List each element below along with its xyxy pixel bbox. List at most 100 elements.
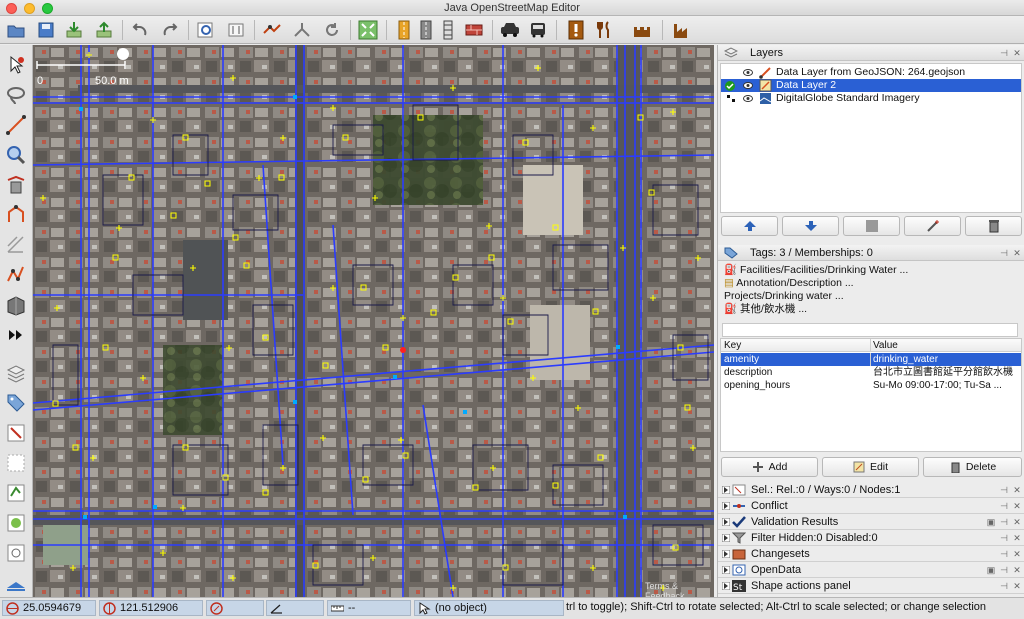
preset-link-other[interactable]: ⛽ 其他/飲水機 ...: [724, 303, 807, 316]
map-canvas[interactable]: [33, 45, 714, 597]
key-column-header[interactable]: Key: [724, 339, 869, 352]
tag-filter-input[interactable]: [722, 323, 1018, 337]
edit-tag-button[interactable]: Edit: [822, 457, 919, 477]
panel-changesets[interactable]: Changesets ⊣ ✕: [718, 546, 1024, 562]
preset-link-description[interactable]: ▤ Annotation/Description ...: [724, 277, 854, 290]
close-panel-icon[interactable]: ✕: [1012, 248, 1022, 258]
toggle-visibility-button[interactable]: [843, 216, 900, 236]
select-mode-icon[interactable]: [4, 53, 28, 77]
draw-mode-icon[interactable]: [4, 113, 28, 137]
wall-icon[interactable]: [462, 18, 486, 42]
delete-tag-button[interactable]: Delete: [923, 457, 1022, 477]
panel-conflict[interactable]: Conflict ⊣ ✕: [718, 498, 1024, 514]
expand-triangle-icon[interactable]: [722, 502, 730, 510]
bus-icon[interactable]: [526, 18, 550, 42]
toggle-minimap-icon[interactable]: [4, 541, 28, 565]
dock-icon[interactable]: ⊣: [999, 549, 1009, 559]
zoom-window-button[interactable]: [42, 3, 53, 14]
close-panel-icon[interactable]: ✕: [1012, 549, 1022, 559]
preset-link-projects[interactable]: Projects/Drinking water ...: [724, 290, 844, 303]
dock-icon[interactable]: ⊣: [999, 565, 1009, 575]
move-layer-down-button[interactable]: [782, 216, 839, 236]
panel-settings-icon[interactable]: ▣: [986, 517, 996, 527]
extrude-mode-icon[interactable]: [4, 203, 28, 227]
split-way-icon[interactable]: [260, 18, 284, 42]
road-track-icon[interactable]: [414, 18, 438, 42]
upload-icon[interactable]: [92, 18, 116, 42]
eye-icon[interactable]: [743, 68, 753, 77]
table-row[interactable]: description 台北市立圖書館延平分館飲水機: [721, 366, 1021, 379]
panel-selection[interactable]: Sel.: Rel.:0 / Ways:0 / Nodes:1 ⊣ ✕: [718, 482, 1024, 498]
car-icon[interactable]: [498, 18, 522, 42]
delete-mode-icon[interactable]: [4, 173, 28, 197]
refresh-icon[interactable]: [320, 18, 344, 42]
redo-icon[interactable]: [158, 18, 182, 42]
panel-opendata[interactable]: OpenData ▣ ⊣ ✕: [718, 562, 1024, 578]
save-icon[interactable]: [34, 18, 58, 42]
expand-triangle-icon[interactable]: [722, 486, 730, 494]
toggle-layers-icon[interactable]: [4, 361, 28, 385]
close-panel-icon[interactable]: ✕: [1012, 581, 1022, 591]
close-panel-icon[interactable]: ✕: [1012, 485, 1022, 495]
panel-shape-actions[interactable]: St Shape actions panel ⊣ ✕: [718, 578, 1024, 594]
layers-panel-header[interactable]: Layers ⊣ ✕: [718, 45, 1024, 61]
zoom-mode-icon[interactable]: [4, 143, 28, 167]
toggle-changeset-icon[interactable]: [4, 511, 28, 535]
zoom-to-data-icon[interactable]: [194, 18, 218, 42]
tags-panel-header[interactable]: Tags: 3 / Memberships: 0 ⊣ ✕: [718, 245, 1024, 261]
layer-row-data-layer-2[interactable]: Data Layer 2: [721, 79, 1021, 92]
drag-handle-icon[interactable]: [727, 95, 737, 103]
parallel-mode-icon[interactable]: [4, 233, 28, 257]
dock-icon[interactable]: ⊣: [999, 581, 1009, 591]
value-column-header[interactable]: Value: [873, 339, 1021, 352]
imagery-attribution[interactable]: Terms & Feedback: [645, 581, 714, 597]
expand-triangle-icon[interactable]: [722, 534, 730, 542]
toggle-imagery-icon[interactable]: [4, 571, 28, 595]
toggle-notes-icon[interactable]: [4, 481, 28, 505]
dock-icon[interactable]: ⊣: [999, 48, 1009, 58]
download-icon[interactable]: [62, 18, 86, 42]
building-tool-icon[interactable]: [4, 293, 28, 317]
improve-way-icon[interactable]: [4, 263, 28, 287]
dock-icon[interactable]: ⊣: [999, 248, 1009, 258]
panel-filter[interactable]: Filter Hidden:0 Disabled:0 ⊣ ✕: [718, 530, 1024, 546]
table-row[interactable]: opening_hours Su-Mo 09:00-17:00; Tu-Sa .…: [721, 379, 1021, 392]
eye-icon[interactable]: [743, 81, 753, 90]
dock-icon[interactable]: ⊣: [999, 533, 1009, 543]
restaurant-icon[interactable]: [592, 18, 616, 42]
expand-triangle-icon[interactable]: [722, 582, 730, 590]
add-tag-button[interactable]: Add: [721, 457, 818, 477]
more-tools-icon[interactable]: [4, 323, 28, 347]
castle-icon[interactable]: [630, 18, 654, 42]
layer-row-geojson[interactable]: Data Layer from GeoJSON: 264.geojson: [721, 66, 1021, 79]
undo-icon[interactable]: [128, 18, 152, 42]
expand-triangle-icon[interactable]: [722, 518, 730, 526]
toggle-tags-icon[interactable]: [4, 391, 28, 415]
dock-icon[interactable]: ⊣: [999, 485, 1009, 495]
combine-way-icon[interactable]: [290, 18, 314, 42]
layer-row-imagery[interactable]: DigitalGlobe Standard Imagery: [721, 92, 1021, 105]
table-row[interactable]: amenity drinking_water: [721, 353, 1021, 366]
preferences-icon[interactable]: [224, 18, 248, 42]
panel-settings-icon[interactable]: ▣: [986, 565, 996, 575]
dock-icon[interactable]: ⊣: [999, 517, 1009, 527]
fullscreen-icon[interactable]: [356, 18, 380, 42]
close-panel-icon[interactable]: ✕: [1012, 517, 1022, 527]
move-layer-up-button[interactable]: [721, 216, 778, 236]
close-window-button[interactable]: [6, 3, 17, 14]
expand-triangle-icon[interactable]: [722, 566, 730, 574]
close-panel-icon[interactable]: ✕: [1012, 48, 1022, 58]
minimize-window-button[interactable]: [24, 3, 35, 14]
expand-triangle-icon[interactable]: [722, 550, 730, 558]
lasso-mode-icon[interactable]: [4, 83, 28, 107]
close-panel-icon[interactable]: ✕: [1012, 533, 1022, 543]
industrial-icon[interactable]: [670, 18, 694, 42]
close-panel-icon[interactable]: ✕: [1012, 565, 1022, 575]
delete-layer-button[interactable]: [965, 216, 1022, 236]
open-file-icon[interactable]: [4, 18, 28, 42]
eye-icon[interactable]: [743, 94, 753, 103]
road-primary-icon[interactable]: [392, 18, 416, 42]
hazard-icon[interactable]: [564, 18, 588, 42]
toggle-selection-icon[interactable]: [4, 451, 28, 475]
toggle-relations-icon[interactable]: [4, 421, 28, 445]
